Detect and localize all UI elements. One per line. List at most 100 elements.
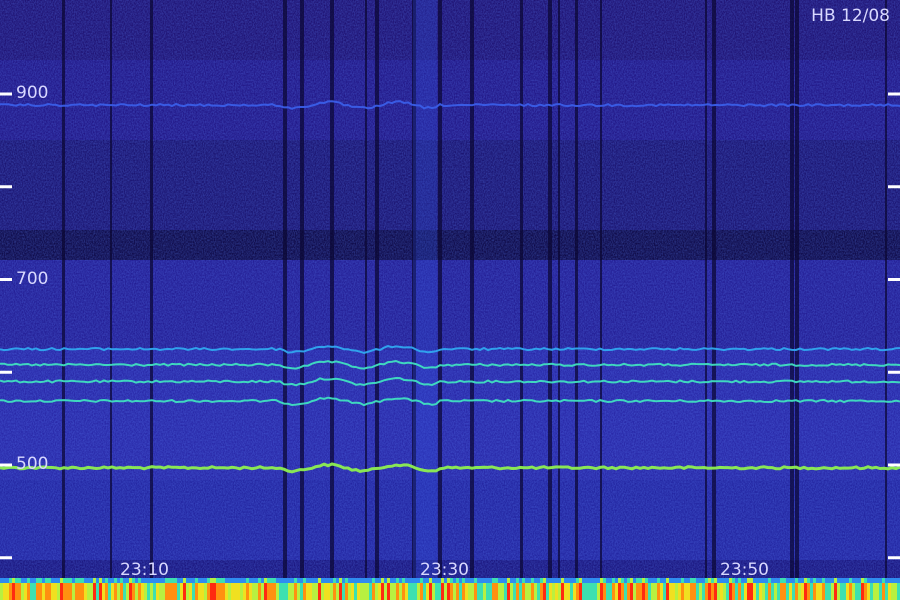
bottom-band-edge <box>351 578 354 583</box>
bottom-band-cell <box>516 582 519 600</box>
bottom-band-cell <box>48 582 51 600</box>
bottom-band-edge <box>375 578 378 583</box>
bottom-band-edge <box>561 578 564 583</box>
bottom-band-edge <box>672 578 675 583</box>
bottom-band-cell <box>645 582 648 600</box>
bottom-band-edge <box>504 578 507 583</box>
bottom-band-cell <box>738 582 741 600</box>
y-tick-right <box>888 92 900 96</box>
bottom-band-edge <box>615 578 618 583</box>
bottom-band-edge <box>258 578 261 583</box>
bottom-band-edge <box>477 578 480 583</box>
bottom-band-edge <box>354 578 357 583</box>
bottom-band-cell <box>279 582 282 600</box>
bottom-band-edge <box>843 578 846 583</box>
bottom-band-cell <box>522 582 525 600</box>
bottom-band-edge <box>198 578 201 583</box>
bottom-band-edge <box>474 578 477 583</box>
bottom-band-cell <box>327 582 330 600</box>
bottom-band-edge <box>60 578 63 583</box>
bottom-band-edge <box>849 578 852 583</box>
bottom-band-edge <box>24 578 27 583</box>
bottom-band-cell <box>564 582 567 600</box>
bottom-band-cell <box>885 582 888 600</box>
bottom-band-cell <box>330 582 333 600</box>
bottom-band-edge <box>825 578 828 583</box>
bottom-band-edge <box>888 578 891 583</box>
bottom-band-edge <box>648 578 651 583</box>
bottom-band-edge <box>480 578 483 583</box>
bottom-band-edge <box>3 578 6 583</box>
bottom-band-edge <box>513 578 516 583</box>
bottom-band-cell <box>84 582 87 600</box>
bottom-band-cell <box>291 582 294 600</box>
bottom-band-cell <box>336 582 339 600</box>
bottom-band-cell <box>549 582 552 600</box>
bottom-band-edge <box>834 578 837 583</box>
bottom-band-cell <box>237 582 240 600</box>
bottom-band-cell <box>198 582 201 600</box>
bottom-band-edge <box>483 578 486 583</box>
bottom-band-cell <box>510 582 513 600</box>
bottom-band-cell <box>834 582 837 600</box>
bottom-band-cell <box>777 582 780 600</box>
bottom-band-cell <box>195 582 198 600</box>
bottom-band-cell <box>111 582 114 600</box>
bottom-band-edge <box>864 578 867 583</box>
bottom-band-cell <box>663 582 666 600</box>
bottom-band-cell <box>153 582 156 600</box>
bottom-band-cell <box>786 582 789 600</box>
gap-column <box>330 0 334 580</box>
bottom-band-edge <box>174 578 177 583</box>
bottom-band-edge <box>789 578 792 583</box>
bottom-band-cell <box>402 582 405 600</box>
bottom-band-cell <box>120 582 123 600</box>
bottom-band-cell <box>453 582 456 600</box>
y-tick-right <box>888 370 900 374</box>
bottom-band-edge <box>594 578 597 583</box>
bottom-band-cell <box>681 582 684 600</box>
bottom-band-edge <box>567 578 570 583</box>
bottom-band-cell <box>822 582 825 600</box>
gap-column <box>365 0 367 580</box>
bottom-band-edge <box>96 578 99 583</box>
bottom-band-cell <box>585 582 588 600</box>
bottom-band-cell <box>3 582 6 600</box>
bottom-band-cell <box>132 582 135 600</box>
bottom-band-edge <box>288 578 291 583</box>
bottom-band-cell <box>141 582 144 600</box>
bottom-band-edge <box>210 578 213 583</box>
bottom-band-cell <box>306 582 309 600</box>
bottom-band-cell <box>567 582 570 600</box>
bottom-band-cell <box>678 582 681 600</box>
bottom-band-cell <box>612 582 615 600</box>
bottom-band-cell <box>609 582 612 600</box>
bottom-band-cell <box>456 582 459 600</box>
bottom-band-edge <box>240 578 243 583</box>
bottom-band-cell <box>117 582 120 600</box>
bottom-band-edge <box>603 578 606 583</box>
bottom-band-cell <box>573 582 576 600</box>
bottom-band-cell <box>282 582 285 600</box>
bottom-band-edge <box>573 578 576 583</box>
gap-column <box>300 0 304 580</box>
bottom-band-edge <box>276 578 279 583</box>
bottom-band-edge <box>63 578 66 583</box>
gap-column <box>548 0 552 580</box>
bottom-band-edge <box>870 578 873 583</box>
bottom-band-edge <box>405 578 408 583</box>
bottom-band-cell <box>843 582 846 600</box>
bottom-band-cell <box>366 582 369 600</box>
bottom-band-cell <box>624 582 627 600</box>
bottom-band-edge <box>243 578 246 583</box>
bottom-band-edge <box>381 578 384 583</box>
bottom-band-edge <box>597 578 600 583</box>
bottom-band-cell <box>54 582 57 600</box>
bottom-band-edge <box>639 578 642 583</box>
bottom-band-cell <box>690 582 693 600</box>
bottom-band-edge <box>828 578 831 583</box>
bottom-band-cell <box>642 582 645 600</box>
bottom-band-edge <box>660 578 663 583</box>
bottom-band-cell <box>666 582 669 600</box>
bottom-band-edge <box>12 578 15 583</box>
